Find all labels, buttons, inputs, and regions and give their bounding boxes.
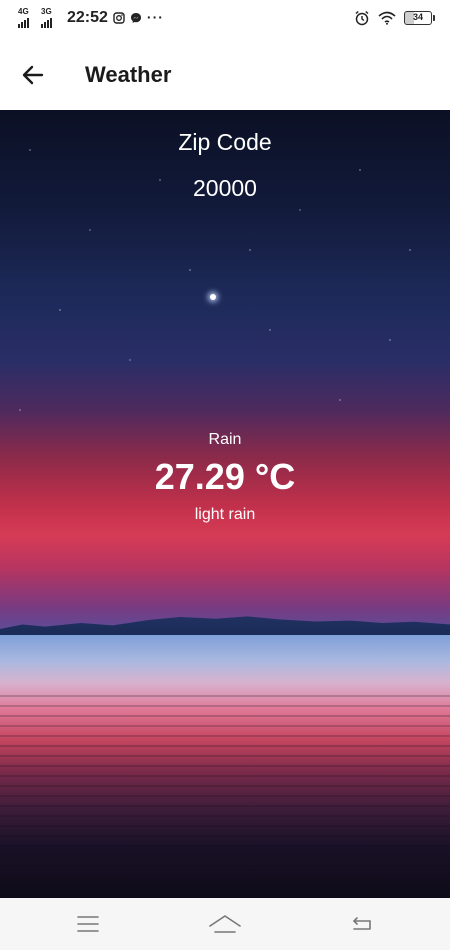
status-bar: 4G 3G 22:52 ··· 34 [0,0,450,40]
zip-code-value: 20000 [193,175,257,201]
back-arrow-icon [22,65,44,85]
cellular-signal-1: 4G [18,8,36,28]
weather-background-image [0,110,450,898]
weather-condition: Rain [208,431,242,448]
signal-icon [41,18,52,28]
back-icon [353,917,371,930]
home-button[interactable] [203,908,247,940]
zip-code-label: Zip Code [178,129,272,155]
menu-button[interactable] [66,908,110,940]
cellular-signal-2: 3G [41,8,59,28]
page-title: Weather [85,62,172,87]
home-icon [209,915,241,933]
water-ripples [0,695,450,895]
messenger-icon [130,13,141,23]
battery-icon: 34 [404,11,435,25]
weather-description: light rain [194,506,256,523]
bright-star [210,294,216,300]
alarm-icon [355,10,369,26]
system-nav-bar [0,898,450,950]
instagram-icon [113,12,125,24]
status-right: 34 [354,10,435,26]
menu-icon [77,916,99,932]
signal-icon [18,18,29,28]
status-time: 22:52 [67,9,108,26]
wifi-icon [378,11,396,25]
status-left: 4G 3G 22:52 ··· [18,8,164,28]
network-type-1: 4G [18,7,29,16]
network-type-2: 3G [41,7,52,16]
temperature: 27.29 °C [154,456,296,497]
back-button[interactable] [14,56,52,94]
back-nav-button[interactable] [340,908,384,940]
more-notifications: ··· [146,9,164,25]
app-bar: Weather [0,40,450,110]
